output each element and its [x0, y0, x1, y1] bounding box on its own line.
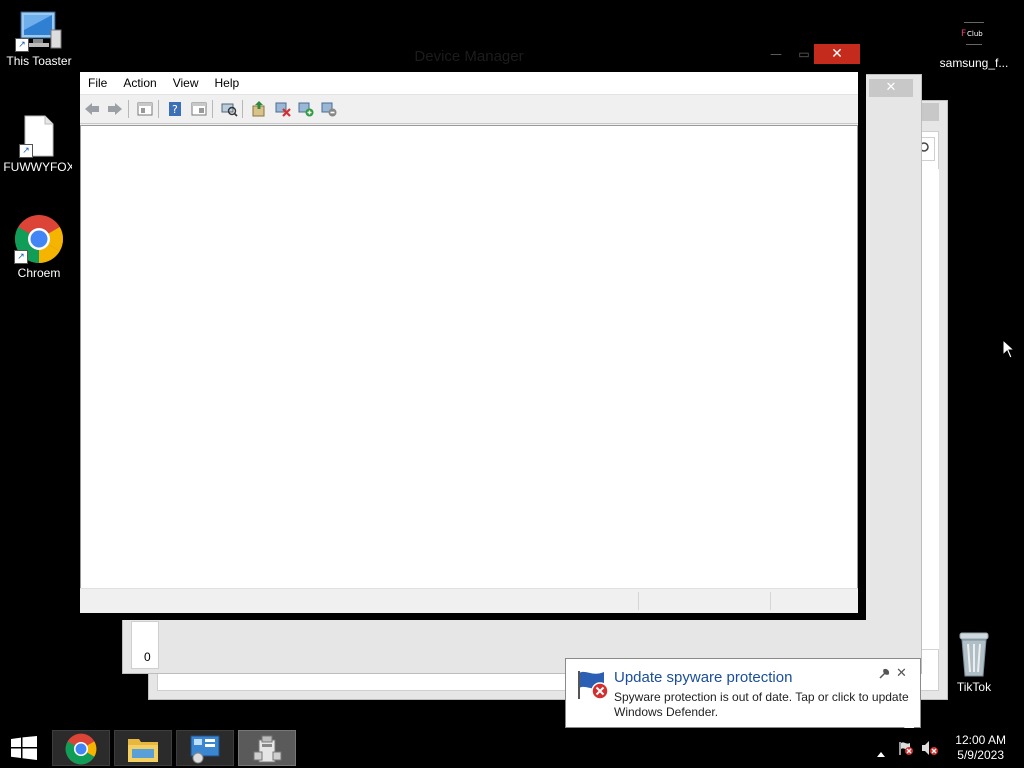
device-manager-window[interactable]: Device Manager — ▭ ✕ File Action View Help … — [72, 42, 866, 620]
desktop-icon-chroem[interactable]: ↗ Chroem — [1, 214, 77, 280]
mouse-cursor-icon — [1002, 338, 1016, 363]
clock-date: 5/9/2023 — [957, 748, 1004, 762]
forward-icon[interactable] — [106, 100, 124, 118]
menu-action[interactable]: Action — [115, 72, 164, 94]
control-panel-icon — [190, 735, 220, 764]
notification-title: Update spyware protection — [614, 669, 793, 686]
uninstall-icon[interactable] — [274, 100, 292, 118]
shortcut-arrow-icon: ↗ — [15, 38, 29, 52]
menu-bar: File Action View Help — [80, 72, 858, 95]
desktop-icon-label: FUWWYFOX — [3, 160, 75, 174]
menu-file[interactable]: File — [80, 72, 115, 94]
clock-time: 12:00 AM — [955, 733, 1006, 747]
volume-muted-icon[interactable] — [921, 740, 939, 760]
desktop-icon-samsung[interactable]: F Club samsung_f... — [936, 14, 1012, 70]
help-icon[interactable]: ? — [166, 100, 184, 118]
show-hidden-icons-icon[interactable] — [876, 743, 886, 762]
enable-device-icon[interactable] — [297, 100, 315, 118]
taskbar-explorer-button[interactable] — [114, 730, 172, 766]
taskbar: 12:00 AM 5/9/2023 — [0, 728, 1024, 768]
scan-hardware-icon[interactable] — [220, 100, 238, 118]
taskbar-device-manager-button[interactable] — [238, 730, 296, 766]
notification-toast[interactable]: Update spyware protection Spyware protec… — [565, 658, 921, 743]
chrome-icon: ↗ — [14, 214, 64, 264]
desktop-icon-this-toaster[interactable]: ↗ This Toaster — [1, 8, 77, 68]
status-segment — [770, 592, 857, 610]
windows-defender-icon — [576, 669, 610, 705]
samsung-file-icon: F Club — [954, 14, 994, 54]
toolbar: ? — [80, 95, 858, 124]
menu-view[interactable]: View — [165, 72, 207, 94]
device-tree-pane[interactable] — [80, 125, 858, 589]
start-icon[interactable] — [10, 736, 38, 764]
recycle-bin-icon — [954, 630, 994, 678]
back-icon[interactable] — [83, 100, 101, 118]
notification-body: Spyware protection is out of date. Tap o… — [614, 690, 909, 719]
toolbar-separator — [242, 100, 243, 118]
toolbar-separator — [158, 100, 159, 118]
toolbar-separator — [212, 100, 213, 118]
computer-icon: ↗ — [15, 8, 63, 52]
svg-text:Club: Club — [967, 30, 983, 38]
update-driver-icon[interactable] — [250, 100, 268, 118]
properties-icon[interactable] — [190, 100, 208, 118]
partial-text: 0 — [144, 650, 151, 664]
svg-text:?: ? — [172, 103, 178, 116]
window-client-area: File Action View Help ? — [80, 72, 858, 613]
taskbar-chrome-button[interactable] — [52, 730, 110, 766]
status-bar — [80, 588, 858, 613]
svg-text:F: F — [961, 29, 966, 39]
wrench-icon[interactable] — [878, 668, 890, 683]
blank-file-icon: ↗ — [19, 114, 59, 158]
console-tree-icon[interactable] — [136, 100, 154, 118]
status-segment — [638, 592, 771, 610]
shortcut-arrow-icon: ↗ — [19, 144, 33, 158]
shortcut-arrow-icon: ↗ — [14, 250, 28, 264]
desktop-icon-label: This Toaster — [6, 54, 72, 68]
desktop-icon-label: Chroem — [17, 266, 61, 280]
device-manager-icon — [253, 735, 282, 763]
action-center-icon[interactable] — [898, 740, 914, 760]
chrome-icon — [65, 733, 97, 765]
desktop-icon-label: samsung_f... — [939, 56, 1009, 70]
file-explorer-icon — [128, 739, 158, 762]
menu-help[interactable]: Help — [207, 72, 248, 94]
taskbar-control-panel-button[interactable] — [176, 730, 234, 766]
toolbar-separator — [128, 100, 129, 118]
taskbar-clock[interactable]: 12:00 AM 5/9/2023 — [955, 733, 1006, 763]
close-button[interactable]: ✕ — [814, 44, 860, 64]
minimize-button[interactable]: — — [762, 44, 790, 64]
close-button[interactable]: ✕ — [869, 79, 913, 97]
window-title: Device Manager — [414, 48, 524, 65]
disable-device-icon[interactable] — [320, 100, 338, 118]
desktop-icon-fuwwyfox[interactable]: ↗ FUWWYFOX — [1, 114, 77, 174]
close-icon[interactable]: ✕ — [896, 666, 907, 681]
